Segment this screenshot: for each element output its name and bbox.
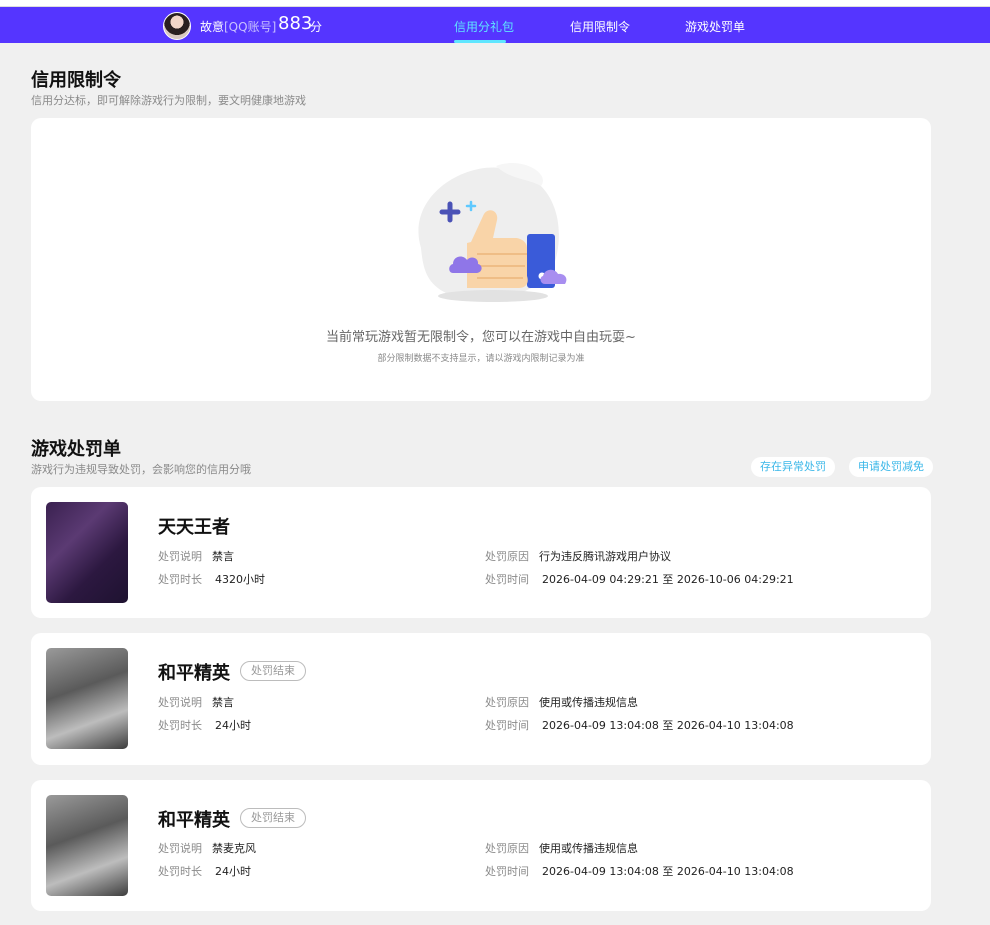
penalty-desc-label: 处罚说明 (158, 550, 202, 563)
tab-credit-restriction[interactable]: 信用限制令 (570, 18, 630, 35)
credit-score: 883 (278, 13, 313, 34)
penalty-reason-value: 行为违反腾讯游戏用户协议 (539, 550, 671, 563)
penalty-duration-label: 处罚时长 (158, 865, 202, 878)
status-badge: 处罚结束 (240, 808, 306, 828)
penalty-card: 天天王者 处罚说明 禁言 处罚时长 4320小时 处罚原因 行为违反腾讯游戏用户… (31, 487, 931, 618)
apply-penalty-reduction-button[interactable]: 申请处罚减免 (849, 457, 933, 477)
penalty-time-value: 2026-04-09 13:04:08 至 2026-04-10 13:04:0… (542, 719, 794, 732)
penalty-reason-label: 处罚原因 (485, 550, 529, 563)
account-type: [QQ账号] (224, 20, 277, 34)
restriction-empty-note: 部分限制数据不支持显示，请以游戏内限制记录为准 (377, 354, 585, 364)
penalty-time-label: 处罚时间 (485, 719, 529, 732)
restriction-section-title: 信用限制令 (31, 70, 121, 91)
thumbs-up-icon (418, 162, 567, 302)
top-nav-bar: 故意 [QQ账号] 883 分 信用分礼包 信用限制令 游戏处罚单 (0, 7, 990, 43)
tab-game-penalty[interactable]: 游戏处罚单 (685, 18, 745, 35)
penalty-section-title: 游戏处罚单 (31, 439, 121, 460)
penalty-time-value: 2026-04-09 13:04:08 至 2026-04-10 13:04:0… (542, 865, 794, 878)
active-tab-indicator (454, 40, 506, 43)
penalty-time-label: 处罚时间 (485, 573, 529, 586)
game-cover-image (46, 502, 128, 603)
penalty-time-value: 2026-04-09 04:29:21 至 2026-10-06 04:29:2… (542, 573, 794, 586)
credit-score-unit: 分 (310, 20, 323, 34)
username: 故意 (200, 20, 225, 34)
game-name: 和平精英 (158, 663, 230, 684)
restriction-card: 当前常玩游戏暂无限制令，您可以在游戏中自由玩耍~ 部分限制数据不支持显示，请以游… (31, 118, 931, 401)
penalty-desc-value: 禁言 (212, 696, 234, 709)
game-cover-image (46, 648, 128, 749)
user-avatar[interactable] (163, 12, 191, 40)
game-cover-image (46, 795, 128, 896)
penalty-reason-label: 处罚原因 (485, 842, 529, 855)
penalty-duration-value: 4320小时 (215, 573, 265, 586)
game-name: 和平精英 (158, 810, 230, 831)
penalty-desc-label: 处罚说明 (158, 696, 202, 709)
status-badge: 处罚结束 (240, 661, 306, 681)
penalty-duration-value: 24小时 (215, 865, 251, 878)
tab-credit-gift[interactable]: 信用分礼包 (454, 18, 514, 35)
window-top-strip (0, 0, 990, 7)
penalty-duration-label: 处罚时长 (158, 573, 202, 586)
penalty-desc-label: 处罚说明 (158, 842, 202, 855)
penalty-reason-label: 处罚原因 (485, 696, 529, 709)
penalty-time-label: 处罚时间 (485, 865, 529, 878)
restriction-section-subtitle: 信用分达标，即可解除游戏行为限制，要文明健康地游戏 (31, 94, 306, 107)
penalty-card: 和平精英 处罚结束 处罚说明 禁麦克风 处罚时长 24小时 处罚原因 使用或传播… (31, 780, 931, 911)
penalty-card: 和平精英 处罚结束 处罚说明 禁言 处罚时长 24小时 处罚原因 使用或传播违规… (31, 633, 931, 765)
restriction-empty-message: 当前常玩游戏暂无限制令，您可以在游戏中自由玩耍~ (326, 330, 636, 345)
game-name: 天天王者 (158, 517, 230, 538)
penalty-reason-value: 使用或传播违规信息 (539, 696, 638, 709)
penalty-section-subtitle: 游戏行为违规导致处罚，会影响您的信用分哦 (31, 463, 251, 476)
penalty-desc-value: 禁麦克风 (212, 842, 256, 855)
penalty-desc-value: 禁言 (212, 550, 234, 563)
abnormal-penalty-button[interactable]: 存在异常处罚 (751, 457, 835, 477)
penalty-reason-value: 使用或传播违规信息 (539, 842, 638, 855)
penalty-duration-label: 处罚时长 (158, 719, 202, 732)
penalty-duration-value: 24小时 (215, 719, 251, 732)
